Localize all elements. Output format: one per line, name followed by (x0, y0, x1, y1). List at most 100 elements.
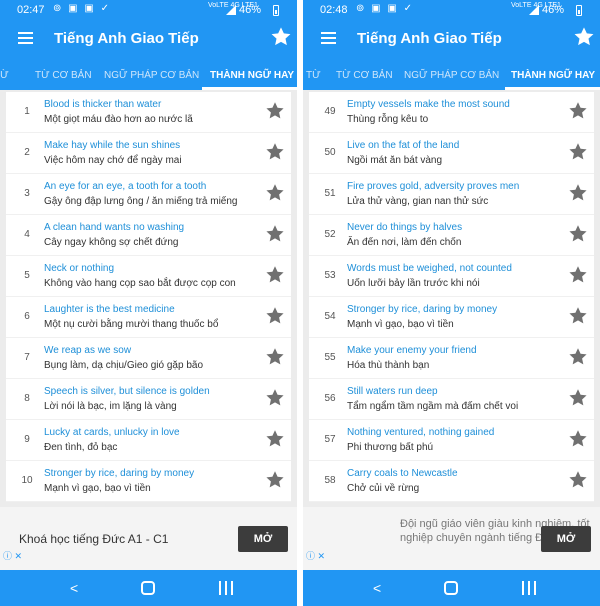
star-icon[interactable] (568, 265, 588, 285)
star-icon[interactable] (265, 183, 285, 203)
recents-icon[interactable] (219, 581, 233, 595)
item-number: 53 (324, 270, 336, 281)
star-icon[interactable] (265, 142, 285, 162)
ad-banner[interactable]: Khoá học tiếng Đức A1 - C1 MỞ ⓘ ✕ (0, 507, 297, 570)
english-idiom[interactable]: Neck or nothing (44, 263, 114, 274)
star-icon[interactable] (265, 470, 285, 490)
battery-percent: 46% (542, 4, 565, 16)
list-item[interactable]: 54 Stronger by rice, daring by money Mạn… (309, 297, 594, 338)
favorites-star-icon[interactable] (573, 26, 595, 48)
star-icon[interactable] (568, 101, 588, 121)
item-number: 5 (24, 270, 30, 281)
star-icon[interactable] (265, 429, 285, 449)
list-item[interactable]: 4 A clean hand wants no washing Cây ngay… (6, 215, 291, 256)
battery-icon (273, 5, 279, 16)
favorites-star-icon[interactable] (270, 26, 292, 48)
vietnamese-meaning: Mạnh vì gạo, bạo vì tiền (44, 483, 151, 494)
tab-thanh-ngu-hay[interactable]: THÀNH NGỮ HAY (210, 70, 294, 81)
item-number: 2 (24, 147, 30, 158)
star-icon[interactable] (265, 347, 285, 367)
list-item[interactable]: 5 Neck or nothing Không vào hang cọp sao… (6, 256, 291, 297)
list-item[interactable]: 2 Make hay while the sun shines Việc hôm… (6, 133, 291, 174)
list-item[interactable]: 58 Carry coals to Newcastle Chở củi về r… (309, 461, 594, 502)
home-icon[interactable] (141, 581, 155, 595)
ad-banner[interactable]: Đội ngũ giáo viên giàu kinh nghiệm, tốt … (303, 507, 600, 570)
english-idiom[interactable]: Still waters run deep (347, 386, 438, 397)
english-idiom[interactable]: Make hay while the sun shines (44, 140, 180, 151)
english-idiom[interactable]: Words must be weighed, not counted (347, 263, 512, 274)
star-icon[interactable] (568, 224, 588, 244)
star-icon[interactable] (265, 101, 285, 121)
vietnamese-meaning: Việc hôm nay chớ để ngày mai (44, 155, 182, 166)
list-item[interactable]: 3 An eye for an eye, a tooth for a tooth… (6, 174, 291, 215)
star-icon[interactable] (568, 183, 588, 203)
tab-tu[interactable]: TỪ (0, 70, 9, 81)
english-idiom[interactable]: A clean hand wants no washing (44, 222, 184, 233)
english-idiom[interactable]: Carry coals to Newcastle (347, 468, 458, 479)
idiom-list[interactable]: 1 Blood is thicker than water Một giọt m… (6, 92, 291, 502)
english-idiom[interactable]: Live on the fat of the land (347, 140, 459, 151)
tab-tu-co-ban[interactable]: TỪ CƠ BẢN (35, 70, 92, 81)
english-idiom[interactable]: Stronger by rice, daring by money (44, 468, 194, 479)
ad-info-close-icon[interactable]: ⓘ ✕ (306, 551, 325, 561)
ad-open-button[interactable]: MỞ (541, 526, 591, 552)
active-tab-indicator (202, 87, 297, 90)
list-item[interactable]: 7 We reap as we sow Bụng làm, dạ chịu/Gi… (6, 338, 291, 379)
english-idiom[interactable]: Blood is thicker than water (44, 99, 161, 110)
ad-text[interactable]: Khoá học tiếng Đức A1 - C1 (19, 532, 168, 546)
tab-tu-co-ban[interactable]: TỪ CƠ BẢN (336, 70, 393, 81)
star-icon[interactable] (568, 388, 588, 408)
list-item[interactable]: 8 Speech is silver, but silence is golde… (6, 379, 291, 420)
english-idiom[interactable]: Empty vessels make the most sound (347, 99, 510, 110)
english-idiom[interactable]: Nothing ventured, nothing gained (347, 427, 494, 438)
vietnamese-meaning: Phi thương bất phú (347, 442, 434, 453)
english-idiom[interactable]: Speech is silver, but silence is golden (44, 386, 210, 397)
english-idiom[interactable]: Lucky at cards, unlucky in love (44, 427, 180, 438)
hamburger-menu-icon[interactable] (18, 32, 33, 44)
star-icon[interactable] (265, 265, 285, 285)
star-icon[interactable] (568, 429, 588, 449)
star-icon[interactable] (265, 224, 285, 244)
list-item[interactable]: 1 Blood is thicker than water Một giọt m… (6, 92, 291, 133)
english-idiom[interactable]: An eye for an eye, a tooth for a tooth (44, 181, 206, 192)
home-icon[interactable] (444, 581, 458, 595)
ad-open-button[interactable]: MỞ (238, 526, 288, 552)
star-icon[interactable] (568, 347, 588, 367)
vietnamese-meaning: Lửa thử vàng, gian nan thử sức (347, 196, 489, 207)
english-idiom[interactable]: We reap as we sow (44, 345, 131, 356)
english-idiom[interactable]: Stronger by rice, daring by money (347, 304, 497, 315)
recents-icon[interactable] (522, 581, 536, 595)
list-item[interactable]: 10 Stronger by rice, daring by money Mạn… (6, 461, 291, 502)
tab-thanh-ngu-hay[interactable]: THÀNH NGỮ HAY (511, 70, 595, 81)
item-number: 7 (24, 352, 30, 363)
tab-tu[interactable]: TỪ (306, 70, 321, 81)
english-idiom[interactable]: Fire proves gold, adversity proves men (347, 181, 519, 192)
english-idiom[interactable]: Laughter is the best medicine (44, 304, 175, 315)
star-icon[interactable] (568, 142, 588, 162)
list-item[interactable]: 52 Never do things by halves Ăn đến nơi,… (309, 215, 594, 256)
back-icon[interactable]: < (70, 580, 78, 596)
list-item[interactable]: 49 Empty vessels make the most sound Thù… (309, 92, 594, 133)
back-icon[interactable]: < (373, 580, 381, 596)
hamburger-menu-icon[interactable] (321, 32, 336, 44)
system-nav-bar: < (303, 570, 600, 606)
list-item[interactable]: 6 Laughter is the best medicine Một nụ c… (6, 297, 291, 338)
list-item[interactable]: 51 Fire proves gold, adversity proves me… (309, 174, 594, 215)
list-item[interactable]: 9 Lucky at cards, unlucky in love Đen tì… (6, 420, 291, 461)
list-item[interactable]: 56 Still waters run deep Tẩm ngẩm tầm ng… (309, 379, 594, 420)
list-item[interactable]: 57 Nothing ventured, nothing gained Phi … (309, 420, 594, 461)
star-icon[interactable] (265, 388, 285, 408)
star-icon[interactable] (568, 470, 588, 490)
star-icon[interactable] (568, 306, 588, 326)
star-icon[interactable] (265, 306, 285, 326)
idiom-list[interactable]: 49 Empty vessels make the most sound Thù… (309, 92, 594, 502)
list-item[interactable]: 53 Words must be weighed, not counted Uố… (309, 256, 594, 297)
list-item[interactable]: 50 Live on the fat of the land Ngồi mát … (309, 133, 594, 174)
ad-info-close-icon[interactable]: ⓘ ✕ (3, 551, 22, 561)
item-number: 4 (24, 229, 30, 240)
tab-ngu-phap-co-ban[interactable]: NGỮ PHÁP CƠ BẢN (104, 70, 199, 81)
english-idiom[interactable]: Never do things by halves (347, 222, 462, 233)
tab-ngu-phap-co-ban[interactable]: NGỮ PHÁP CƠ BẢN (404, 70, 499, 81)
list-item[interactable]: 55 Make your enemy your friend Hóa thù t… (309, 338, 594, 379)
english-idiom[interactable]: Make your enemy your friend (347, 345, 477, 356)
